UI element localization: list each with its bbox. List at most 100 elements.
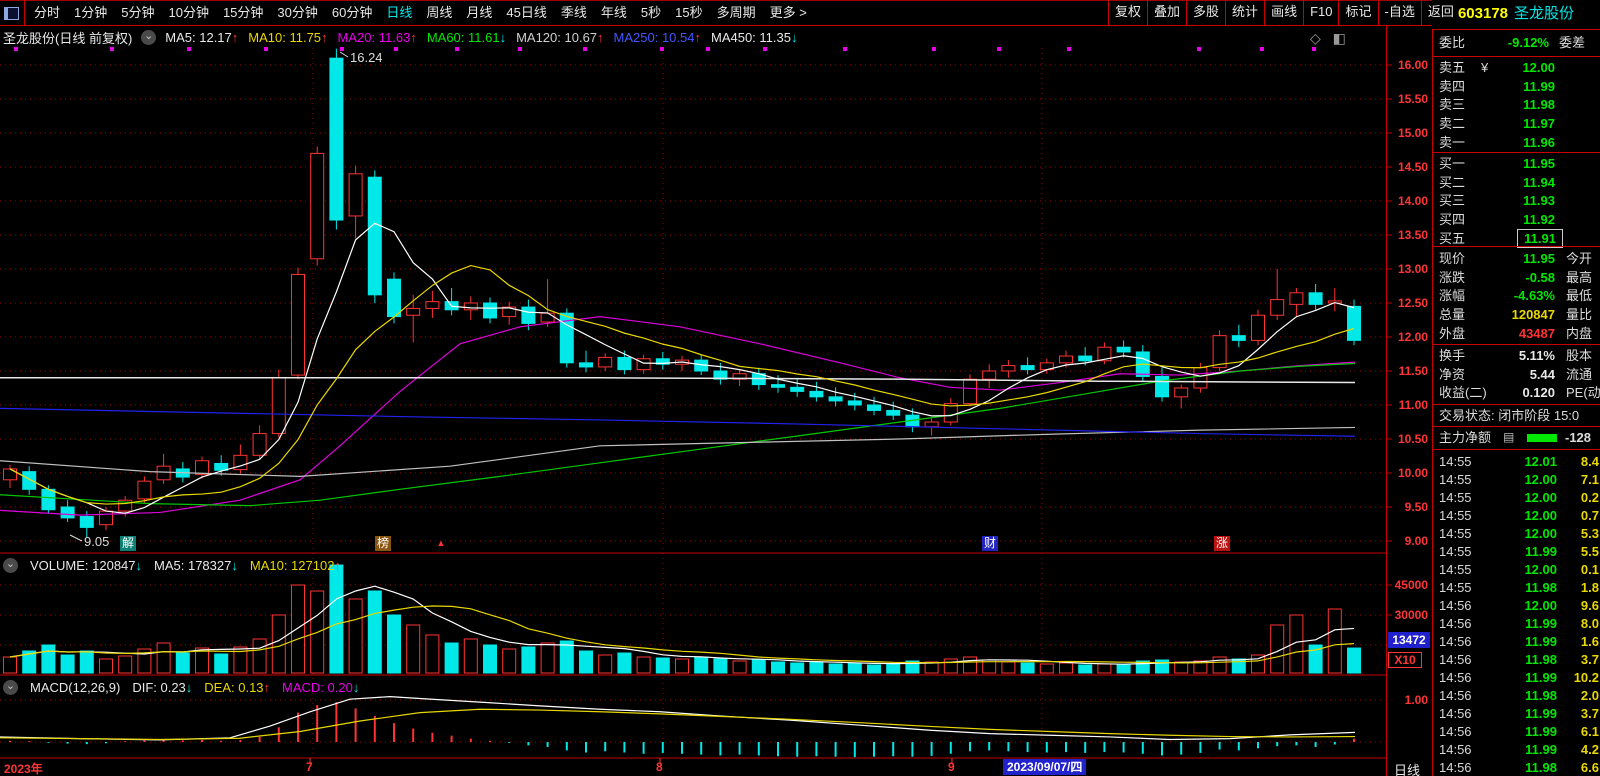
period-tab-年线[interactable]: 年线 [594, 1, 634, 25]
toolbar: 复权叠加多股统计画线F10标记-自选返回 [1108, 0, 1460, 26]
chart-badge-榜[interactable]: 榜 [375, 536, 391, 551]
axis-tick-label: 14.50 [1398, 160, 1428, 174]
tool-button--自选[interactable]: -自选 [1378, 0, 1421, 26]
ask-price: 12.00 [1522, 58, 1555, 77]
tool-button-F10[interactable]: F10 [1303, 0, 1338, 26]
list-icon[interactable]: ▤ [1503, 431, 1516, 444]
trade-volume: 3.7 [1581, 704, 1599, 723]
trading-terminal: 16.249.05 分时1分钟5分钟10分钟15分钟30分钟60分钟日线周线月线… [0, 0, 1600, 776]
ask-row-卖四[interactable]: 卖四11.99 [1433, 77, 1600, 96]
trade-time: 14:55 [1439, 506, 1472, 525]
bid-row-买五[interactable]: 买五11.91 [1433, 229, 1600, 248]
current-volume-label: 13472 [1388, 632, 1430, 648]
trade-price: 11.99 [1525, 722, 1557, 741]
trade-price: 12.01 [1524, 452, 1557, 471]
up-arrow-icon: ↑ [334, 558, 341, 573]
macd-indicator-DIF: DIF: 0.23↓ [132, 680, 192, 695]
ma-indicator-MA60: MA60: 11.61↓ [427, 30, 506, 45]
period-tab-5分钟[interactable]: 5分钟 [114, 1, 161, 25]
panel-divider [1433, 246, 1600, 247]
chevron-down-icon[interactable]: ⌄ [141, 30, 156, 45]
trade-time: 14:55 [1439, 578, 1472, 597]
field-value: 43487 [1519, 324, 1555, 343]
weibi-label: 委比 [1439, 33, 1465, 52]
trade-price: 12.00 [1524, 560, 1557, 579]
field-label2: 今开 [1566, 249, 1592, 268]
tool-button-标记[interactable]: 标记 [1338, 0, 1377, 26]
trade-volume: 1.8 [1581, 578, 1599, 597]
field-label2: PE(动) [1566, 383, 1600, 402]
trade-volume: 0.7 [1581, 506, 1599, 525]
field-value: -0.58 [1525, 268, 1555, 287]
volume-indicators: VOLUME: 120847↓MA5: 178327↓MA10: 127102↑ [30, 558, 341, 573]
axis-tick-label: 12.50 [1398, 296, 1428, 310]
bid-row-买二[interactable]: 买二 11.94 [1433, 173, 1600, 192]
ask-row-卖二[interactable]: 卖二11.97 [1433, 114, 1600, 133]
trade-tick-row: 14:5611.991.6 [1433, 632, 1600, 650]
field-value: -4.63% [1514, 286, 1555, 305]
trade-price: 11.99 [1525, 740, 1557, 759]
trade-price: 11.98 [1525, 578, 1557, 597]
period-tab-周线[interactable]: 周线 [419, 1, 459, 25]
trade-tick-row: 14:5611.996.1 [1433, 722, 1600, 740]
ask-row-卖五[interactable]: 卖五¥12.00 [1433, 58, 1600, 77]
period-tab-1分钟[interactable]: 1分钟 [67, 1, 114, 25]
bid-price: 11.95 [1523, 154, 1555, 173]
trade-tick-row: 14:5512.000.2 [1433, 488, 1600, 506]
bid-price: 11.94 [1523, 173, 1555, 192]
period-tab-10分钟[interactable]: 10分钟 [161, 1, 215, 25]
period-tab-更多 >[interactable]: 更多 > [763, 1, 814, 25]
half-square-icon[interactable]: ◧ [1333, 30, 1346, 46]
period-tab-月线[interactable]: 月线 [459, 1, 499, 25]
period-tab-60分钟[interactable]: 60分钟 [325, 1, 379, 25]
tool-button-统计[interactable]: 统计 [1225, 0, 1264, 26]
period-tab-5秒[interactable]: 5秒 [634, 1, 668, 25]
period-tab-多周期[interactable]: 多周期 [710, 1, 763, 25]
trade-price: 11.98 [1525, 650, 1557, 669]
stock-code: 603178 [1458, 5, 1508, 22]
trade-tick-row: 14:5612.009.6 [1433, 596, 1600, 614]
tool-button-返回[interactable]: 返回 [1421, 0, 1460, 26]
down-arrow-icon: ↓ [500, 30, 507, 45]
diamond-icon[interactable]: ◇ [1310, 30, 1321, 46]
main-net-flow-row: 主力净额▤-128 [1433, 428, 1600, 447]
trade-volume: 1.6 [1581, 632, 1599, 651]
chart-badge-解[interactable]: 解 [120, 536, 136, 551]
panel-divider [1433, 404, 1600, 405]
bid-row-买四[interactable]: 买四11.92 [1433, 210, 1600, 229]
bid-row-买一[interactable]: 买一11.95 [1433, 154, 1600, 173]
window-icon[interactable] [4, 7, 19, 20]
chart-badge-涨[interactable]: 涨 [1214, 536, 1230, 551]
period-label: 日线 [1394, 760, 1420, 776]
bid-label: 买二 [1439, 173, 1465, 192]
chart-badge-财[interactable]: 财 [982, 536, 998, 551]
trade-tick-row: 14:5611.982.0 [1433, 686, 1600, 704]
ask-row-卖一[interactable]: 卖一11.96 [1433, 133, 1600, 152]
period-tab-30分钟[interactable]: 30分钟 [270, 1, 324, 25]
axis-tick-label: 15.50 [1398, 92, 1428, 106]
period-tab-45日线[interactable]: 45日线 [499, 1, 553, 25]
period-tab-15秒[interactable]: 15秒 [668, 1, 709, 25]
ma-indicator-MA10: MA10: 11.75↑ [248, 30, 327, 45]
chevron-down-icon[interactable]: ⌄ [3, 558, 18, 573]
trade-tick-row: 14:5512.000.1 [1433, 560, 1600, 578]
chevron-down-icon[interactable]: ⌄ [3, 680, 18, 695]
period-tab-日线[interactable]: 日线 [379, 1, 419, 25]
period-tab-季线[interactable]: 季线 [554, 1, 594, 25]
macd-indicators: DIF: 0.23↓DEA: 0.13↑MACD: 0.20↓ [132, 680, 359, 695]
period-tab-分时[interactable]: 分时 [27, 1, 67, 25]
trade-volume: 2.0 [1581, 686, 1599, 705]
chart-badge-▲[interactable]: ▲ [433, 536, 449, 551]
tool-button-多股[interactable]: 多股 [1186, 0, 1225, 26]
field-label: 收益(二) [1439, 383, 1487, 402]
tool-button-画线[interactable]: 画线 [1264, 0, 1303, 26]
weicha-label: 委差 [1559, 33, 1585, 52]
period-tab-15分钟[interactable]: 15分钟 [216, 1, 270, 25]
ask-row-卖三[interactable]: 卖三11.98 [1433, 95, 1600, 114]
bid-row-买三[interactable]: 买三11.93 [1433, 191, 1600, 210]
tool-button-叠加[interactable]: 叠加 [1147, 0, 1186, 26]
trade-time: 14:55 [1439, 470, 1472, 489]
tool-button-复权[interactable]: 复权 [1108, 0, 1147, 26]
trade-volume: 3.7 [1581, 650, 1599, 669]
trade-price: 12.00 [1524, 596, 1557, 615]
